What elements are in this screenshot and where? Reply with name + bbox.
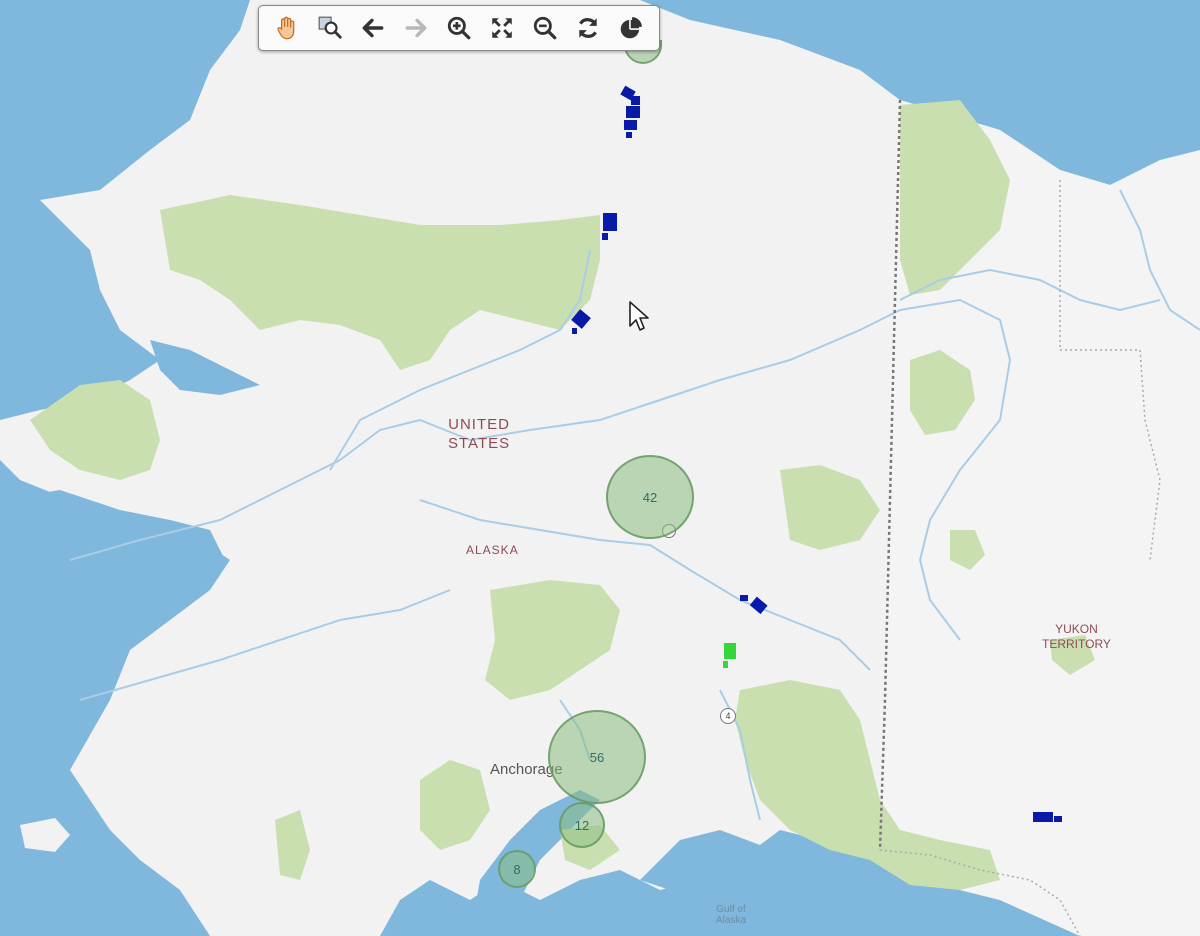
refresh-tool[interactable]: [572, 12, 604, 44]
territory-label-line2: TERRITORY: [1042, 637, 1111, 651]
arrow-right-icon: [405, 18, 427, 38]
territory-label: YUKON TERRITORY: [1042, 622, 1111, 652]
cluster-fairbanks[interactable]: 42: [606, 455, 694, 539]
full-extent-tool[interactable]: [486, 12, 518, 44]
previous-extent-tool[interactable]: [357, 12, 389, 44]
hand-icon: [277, 16, 294, 40]
cluster-homer[interactable]: 8: [498, 850, 536, 888]
arrow-left-icon: [362, 18, 384, 38]
highway-shield: 4: [720, 708, 736, 724]
mouse-pointer-icon: [629, 301, 649, 331]
country-label-line1: UNITED: [448, 416, 510, 433]
water-label-line2: Alaska: [716, 915, 747, 926]
zoom-in-icon: [447, 16, 471, 40]
refresh-icon: [579, 18, 598, 38]
expand-icon: [492, 18, 512, 38]
map-viewer[interactable]: UNITED STATES ALASKA YUKON TERRITORY Anc…: [0, 0, 1200, 936]
cluster-kenai[interactable]: 12: [559, 802, 605, 848]
zoom-out-icon: [534, 16, 557, 40]
water-label-line1: Gulf of: [716, 904, 746, 915]
cluster-anchorage[interactable]: 56: [548, 710, 646, 804]
map-toolbar: [258, 5, 660, 51]
zoom-region-icon: [318, 16, 342, 39]
country-label: UNITED STATES: [448, 416, 510, 454]
pan-tool[interactable]: [271, 12, 303, 44]
state-label: ALASKA: [466, 543, 519, 557]
pie-chart-icon: [621, 17, 643, 39]
territory-label-line1: YUKON: [1055, 622, 1098, 636]
water-label-gulf: Gulf of Alaska: [716, 904, 746, 926]
next-extent-tool[interactable]: [400, 12, 432, 44]
zoom-to-box-tool[interactable]: [314, 12, 346, 44]
zoom-out-tool[interactable]: [529, 12, 561, 44]
chart-tool[interactable]: [615, 12, 647, 44]
country-label-line2: STATES: [448, 434, 511, 452]
zoom-in-tool[interactable]: [443, 12, 475, 44]
